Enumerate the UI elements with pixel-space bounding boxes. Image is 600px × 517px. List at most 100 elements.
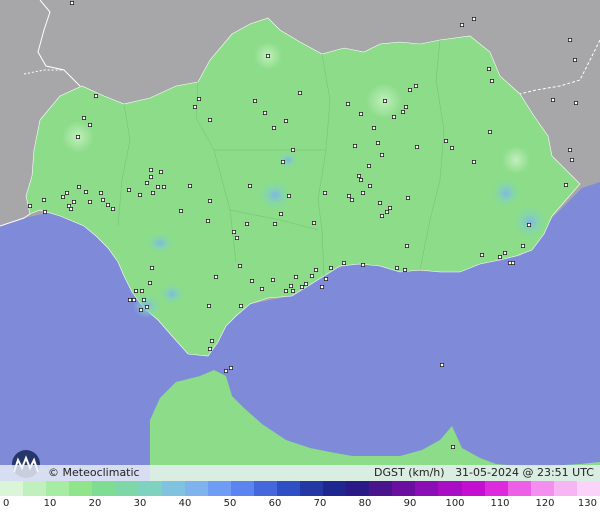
station-marker-icon[interactable]	[43, 209, 48, 214]
station-marker-icon[interactable]	[450, 444, 455, 449]
station-marker-icon[interactable]	[148, 174, 153, 179]
station-marker-icon[interactable]	[391, 115, 396, 120]
station-marker-icon[interactable]	[209, 338, 214, 343]
station-marker-icon[interactable]	[206, 303, 211, 308]
station-marker-icon[interactable]	[144, 304, 149, 309]
station-marker-icon[interactable]	[346, 193, 351, 198]
station-marker-icon[interactable]	[309, 273, 314, 278]
station-marker-icon[interactable]	[158, 169, 163, 174]
station-marker-icon[interactable]	[149, 265, 154, 270]
station-marker-icon[interactable]	[147, 280, 152, 285]
station-marker-icon[interactable]	[88, 123, 93, 128]
station-marker-icon[interactable]	[382, 99, 387, 104]
station-marker-icon[interactable]	[192, 105, 197, 110]
station-marker-icon[interactable]	[510, 260, 515, 265]
station-marker-icon[interactable]	[244, 221, 249, 226]
station-marker-icon[interactable]	[283, 119, 288, 124]
station-marker-icon[interactable]	[345, 102, 350, 107]
station-marker-icon[interactable]	[551, 98, 556, 103]
station-marker-icon[interactable]	[568, 38, 573, 43]
station-marker-icon[interactable]	[521, 243, 526, 248]
station-marker-icon[interactable]	[133, 288, 138, 293]
station-marker-icon[interactable]	[155, 184, 160, 189]
station-marker-icon[interactable]	[404, 243, 409, 248]
station-marker-icon[interactable]	[323, 276, 328, 281]
station-marker-icon[interactable]	[489, 79, 494, 84]
station-marker-icon[interactable]	[148, 167, 153, 172]
station-marker-icon[interactable]	[497, 254, 502, 259]
station-marker-icon[interactable]	[213, 274, 218, 279]
station-marker-icon[interactable]	[358, 177, 363, 182]
station-marker-icon[interactable]	[187, 183, 192, 188]
station-marker-icon[interactable]	[131, 297, 136, 302]
station-marker-icon[interactable]	[65, 190, 70, 195]
station-marker-icon[interactable]	[356, 173, 361, 178]
station-marker-icon[interactable]	[205, 218, 210, 223]
station-marker-icon[interactable]	[413, 84, 418, 89]
station-marker-icon[interactable]	[414, 144, 419, 149]
station-marker-icon[interactable]	[328, 265, 333, 270]
station-marker-icon[interactable]	[106, 202, 111, 207]
station-marker-icon[interactable]	[283, 288, 288, 293]
station-marker-icon[interactable]	[237, 263, 242, 268]
station-marker-icon[interactable]	[280, 159, 285, 164]
station-marker-icon[interactable]	[527, 222, 532, 227]
station-marker-icon[interactable]	[82, 116, 87, 121]
station-marker-icon[interactable]	[319, 284, 324, 289]
station-marker-icon[interactable]	[272, 221, 277, 226]
station-marker-icon[interactable]	[394, 265, 399, 270]
station-marker-icon[interactable]	[150, 190, 155, 195]
station-marker-icon[interactable]	[234, 235, 239, 240]
station-marker-icon[interactable]	[487, 129, 492, 134]
station-marker-icon[interactable]	[42, 197, 47, 202]
station-marker-icon[interactable]	[27, 203, 32, 208]
station-marker-icon[interactable]	[402, 267, 407, 272]
station-marker-icon[interactable]	[101, 197, 106, 202]
station-marker-icon[interactable]	[247, 183, 252, 188]
station-marker-icon[interactable]	[407, 88, 412, 93]
station-marker-icon[interactable]	[371, 126, 376, 131]
station-marker-icon[interactable]	[94, 94, 99, 99]
station-marker-icon[interactable]	[207, 346, 212, 351]
station-marker-icon[interactable]	[574, 101, 579, 106]
station-marker-icon[interactable]	[61, 194, 66, 199]
station-marker-icon[interactable]	[439, 362, 444, 367]
station-marker-icon[interactable]	[322, 190, 327, 195]
station-marker-icon[interactable]	[139, 288, 144, 293]
station-marker-icon[interactable]	[387, 205, 392, 210]
station-marker-icon[interactable]	[471, 16, 476, 21]
station-marker-icon[interactable]	[84, 189, 89, 194]
station-marker-icon[interactable]	[379, 152, 384, 157]
station-marker-icon[interactable]	[360, 262, 365, 267]
station-marker-icon[interactable]	[223, 368, 228, 373]
station-marker-icon[interactable]	[367, 183, 372, 188]
station-marker-icon[interactable]	[88, 199, 93, 204]
station-marker-icon[interactable]	[161, 184, 166, 189]
station-marker-icon[interactable]	[568, 147, 573, 152]
station-marker-icon[interactable]	[178, 208, 183, 213]
station-marker-icon[interactable]	[573, 58, 578, 63]
station-marker-icon[interactable]	[403, 105, 408, 110]
station-marker-icon[interactable]	[207, 118, 212, 123]
station-marker-icon[interactable]	[384, 209, 389, 214]
station-marker-icon[interactable]	[366, 163, 371, 168]
station-marker-icon[interactable]	[252, 99, 257, 104]
station-marker-icon[interactable]	[76, 134, 81, 139]
station-marker-icon[interactable]	[138, 307, 143, 312]
station-marker-icon[interactable]	[377, 200, 382, 205]
station-marker-icon[interactable]	[303, 281, 308, 286]
station-marker-icon[interactable]	[400, 110, 405, 115]
station-marker-icon[interactable]	[311, 220, 316, 225]
station-marker-icon[interactable]	[77, 184, 82, 189]
station-marker-icon[interactable]	[443, 138, 448, 143]
station-marker-icon[interactable]	[564, 182, 569, 187]
station-marker-icon[interactable]	[502, 250, 507, 255]
station-marker-icon[interactable]	[111, 206, 116, 211]
station-marker-icon[interactable]	[288, 283, 293, 288]
station-marker-icon[interactable]	[349, 197, 354, 202]
station-marker-icon[interactable]	[196, 97, 201, 102]
station-marker-icon[interactable]	[459, 22, 464, 27]
station-marker-icon[interactable]	[228, 365, 233, 370]
station-marker-icon[interactable]	[137, 192, 142, 197]
station-marker-icon[interactable]	[238, 303, 243, 308]
